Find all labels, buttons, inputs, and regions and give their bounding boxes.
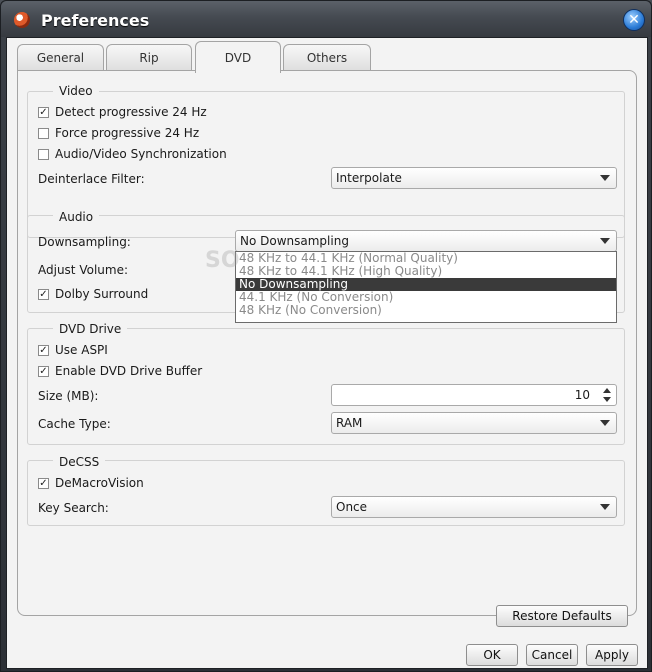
video-group-title: Video (53, 84, 99, 98)
cache-type-label: Cache Type: (38, 417, 111, 431)
checkbox-unchecked-icon (38, 148, 49, 160)
size-mb-stepper[interactable]: 10 (331, 384, 617, 406)
downsampling-label: Downsampling: (38, 235, 131, 249)
tab-general[interactable]: General (17, 44, 104, 71)
apply-button[interactable]: Apply (586, 644, 638, 666)
checkbox-checked-icon: ✓ (38, 288, 49, 300)
downsampling-select[interactable]: No Downsampling (235, 230, 617, 252)
spin-down-icon[interactable] (603, 397, 611, 402)
downsampling-value: No Downsampling (240, 234, 349, 248)
preferences-window: Preferences ✕ General Rip DVD Others Vid… (0, 0, 652, 672)
enable-buffer-checkbox[interactable]: ✓ Enable DVD Drive Buffer (38, 364, 202, 378)
key-search-label: Key Search: (38, 501, 109, 515)
tab-dvd[interactable]: DVD (195, 41, 281, 73)
use-aspi-checkbox[interactable]: ✓ Use ASPI (38, 343, 108, 357)
demacrovision-label: DeMacroVision (55, 476, 144, 490)
chevron-down-icon (600, 420, 610, 426)
window-title: Preferences (41, 11, 150, 30)
title-bar: Preferences ✕ (1, 1, 651, 37)
force-progressive-label: Force progressive 24 Hz (55, 126, 200, 140)
key-search-value: Once (336, 500, 368, 514)
spin-up-icon[interactable] (603, 388, 611, 393)
cancel-button[interactable]: Cancel (526, 644, 578, 666)
cache-type-select[interactable]: RAM (331, 412, 617, 434)
decss-group-title: DeCSS (53, 455, 106, 469)
deinterlace-filter-select[interactable]: Interpolate (331, 167, 617, 189)
downsampling-dropdown-list[interactable]: 48 KHz to 44.1 KHz (Normal Quality) 48 K… (235, 251, 617, 323)
checkbox-checked-icon: ✓ (38, 477, 49, 489)
chevron-down-icon (600, 238, 610, 244)
app-icon (14, 12, 30, 28)
tab-others[interactable]: Others (283, 44, 371, 71)
demacrovision-checkbox[interactable]: ✓ DeMacroVision (38, 476, 144, 490)
deinterlace-filter-value: Interpolate (336, 171, 402, 185)
dvd-drive-group-title: DVD Drive (53, 322, 128, 336)
size-mb-label: Size (MB): (38, 389, 99, 403)
chevron-down-icon (600, 175, 610, 181)
av-sync-checkbox[interactable]: Audio/Video Synchronization (38, 147, 227, 161)
use-aspi-label: Use ASPI (55, 343, 108, 357)
tab-rip[interactable]: Rip (106, 44, 192, 71)
audio-group-title: Audio (53, 210, 100, 224)
checkbox-unchecked-icon (38, 127, 49, 139)
detect-progressive-label: Detect progressive 24 Hz (55, 105, 207, 119)
close-button[interactable]: ✕ (623, 9, 645, 31)
force-progressive-checkbox[interactable]: Force progressive 24 Hz (38, 126, 199, 140)
dolby-surround-checkbox[interactable]: ✓ Dolby Surround (38, 287, 148, 301)
ok-button[interactable]: OK (466, 644, 518, 666)
key-search-select[interactable]: Once (331, 496, 617, 518)
dropdown-option[interactable]: 48 KHz (No Conversion) (236, 304, 616, 317)
av-sync-label: Audio/Video Synchronization (55, 147, 227, 161)
cache-type-value: RAM (336, 416, 363, 430)
size-mb-value: 10 (574, 388, 590, 402)
detect-progressive-checkbox[interactable]: ✓ Detect progressive 24 Hz (38, 105, 207, 119)
chevron-down-icon (600, 504, 610, 510)
checkbox-checked-icon: ✓ (38, 344, 49, 356)
dialog-client-area: General Rip DVD Others Video ✓ Detect pr… (6, 37, 648, 669)
checkbox-checked-icon: ✓ (38, 365, 49, 377)
dolby-surround-label: Dolby Surround (55, 287, 149, 301)
restore-defaults-button[interactable]: Restore Defaults (496, 605, 628, 627)
deinterlace-filter-label: Deinterlace Filter: (38, 172, 145, 186)
checkbox-checked-icon: ✓ (38, 106, 49, 118)
adjust-volume-label: Adjust Volume: (38, 263, 128, 277)
enable-buffer-label: Enable DVD Drive Buffer (55, 364, 203, 378)
